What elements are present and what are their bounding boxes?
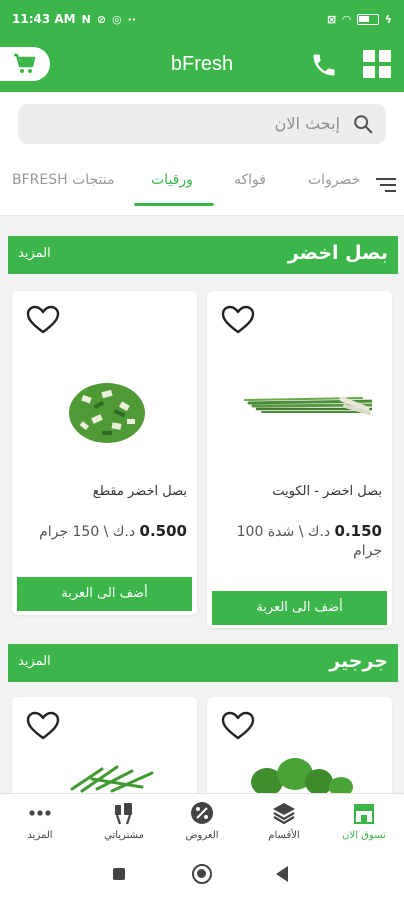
app-title: bFresh [170, 53, 234, 75]
product-card[interactable]: بصل اخضر مقطع 0.500 د.ك \ 150 جرام أضف ا… [12, 291, 197, 615]
filter-icon[interactable] [376, 176, 396, 194]
nav-categories[interactable]: الأقسام [244, 794, 324, 852]
system-navigation-bar [0, 851, 404, 900]
tab-vegetables[interactable]: خضروات [308, 172, 360, 188]
search-input[interactable]: إبحث الان [18, 104, 386, 144]
product-image [244, 396, 372, 415]
nav-label: مشترياتي [104, 830, 144, 841]
product-card[interactable] [12, 697, 197, 807]
product-name: بصل اخضر مقطع [92, 484, 187, 499]
wifi-icon: ◠ [342, 12, 351, 26]
grid-icon[interactable] [363, 50, 391, 78]
price-value: 0.500 [139, 522, 187, 540]
product-name: بصل اخضر - الكويت [272, 484, 382, 499]
section-header: جرجير المزيد [8, 644, 398, 682]
notification-n-icon: N [81, 12, 91, 26]
nav-more[interactable]: المزيد [0, 794, 80, 852]
data-saver-icon: ◎ [112, 12, 122, 26]
price-value: 0.150 [334, 522, 382, 540]
nav-shop-now[interactable]: تسوق الان [324, 794, 404, 852]
charging-icon: ϟ [384, 12, 392, 26]
nav-purchases[interactable]: مشترياتي [84, 794, 164, 852]
app-bar: bFresh [0, 38, 404, 92]
product-card[interactable]: بصل اخضر - الكويت 0.150 د.ك \ شدة 100 جر… [207, 291, 392, 628]
heart-icon[interactable] [221, 305, 255, 335]
more-link[interactable]: المزيد [18, 246, 51, 261]
store-icon [354, 804, 374, 824]
price-currency: د.ك [307, 524, 331, 540]
bottom-navigation: تسوق الان الأقسام العروض مشترياتي المزيد [0, 793, 404, 851]
add-to-cart-button[interactable]: أضف الى العربة [212, 591, 387, 625]
nav-label: تسوق الان [342, 830, 386, 841]
more-dots-icon: ·· [127, 12, 137, 26]
battery-icon [356, 13, 379, 25]
more-dots-icon [29, 810, 51, 816]
section-title: بصل اخضر [287, 242, 388, 264]
price-unit: \ 150 جرام [39, 524, 109, 540]
status-time: 11:43 AM [12, 12, 76, 26]
dnd-icon: ⊘ [96, 12, 107, 26]
tab-bfresh-products[interactable]: منتجات BFRESH [12, 172, 115, 188]
heart-icon[interactable] [26, 711, 60, 741]
tab-fruits[interactable]: فواكه [234, 172, 266, 188]
phone-icon[interactable] [310, 51, 338, 79]
search-area: إبحث الان [0, 92, 404, 156]
category-tabs: خضروات فواكه ورقيات منتجات BFRESH [0, 156, 404, 216]
heart-icon[interactable] [221, 711, 255, 741]
add-to-cart-button[interactable]: أضف الى العربة [17, 577, 192, 611]
product-image [251, 758, 353, 797]
discount-icon [191, 802, 213, 824]
product-image [69, 383, 145, 443]
status-bar: 11:43 AM N ⊘ ◎ ·· ⊠ ◠ ϟ [0, 0, 404, 38]
product-price: 0.500 د.ك \ 150 جرام [22, 522, 187, 542]
nav-offers[interactable]: العروض [162, 794, 242, 852]
home-button[interactable] [192, 864, 212, 884]
nav-label: المزيد [27, 830, 53, 841]
more-link[interactable]: المزيد [18, 654, 51, 669]
search-icon [354, 115, 373, 134]
tab-leafy[interactable]: ورقيات [151, 172, 193, 188]
nav-label: الأقسام [268, 830, 300, 841]
product-card[interactable] [207, 697, 392, 807]
nav-label: العروض [185, 830, 219, 841]
section-title: جرجير [329, 650, 388, 672]
purchases-icon [115, 803, 132, 825]
layers-icon [273, 803, 295, 825]
sim-icon: ⊠ [327, 12, 337, 26]
back-button[interactable] [276, 866, 288, 882]
section-header: بصل اخضر المزيد [8, 236, 398, 274]
price-currency: د.ك [112, 524, 136, 540]
recents-button[interactable] [113, 868, 125, 880]
active-tab-indicator [134, 203, 214, 206]
heart-icon[interactable] [26, 305, 60, 335]
product-price: 0.150 د.ك \ شدة 100 جرام [217, 522, 382, 561]
search-placeholder: إبحث الان [274, 114, 340, 133]
